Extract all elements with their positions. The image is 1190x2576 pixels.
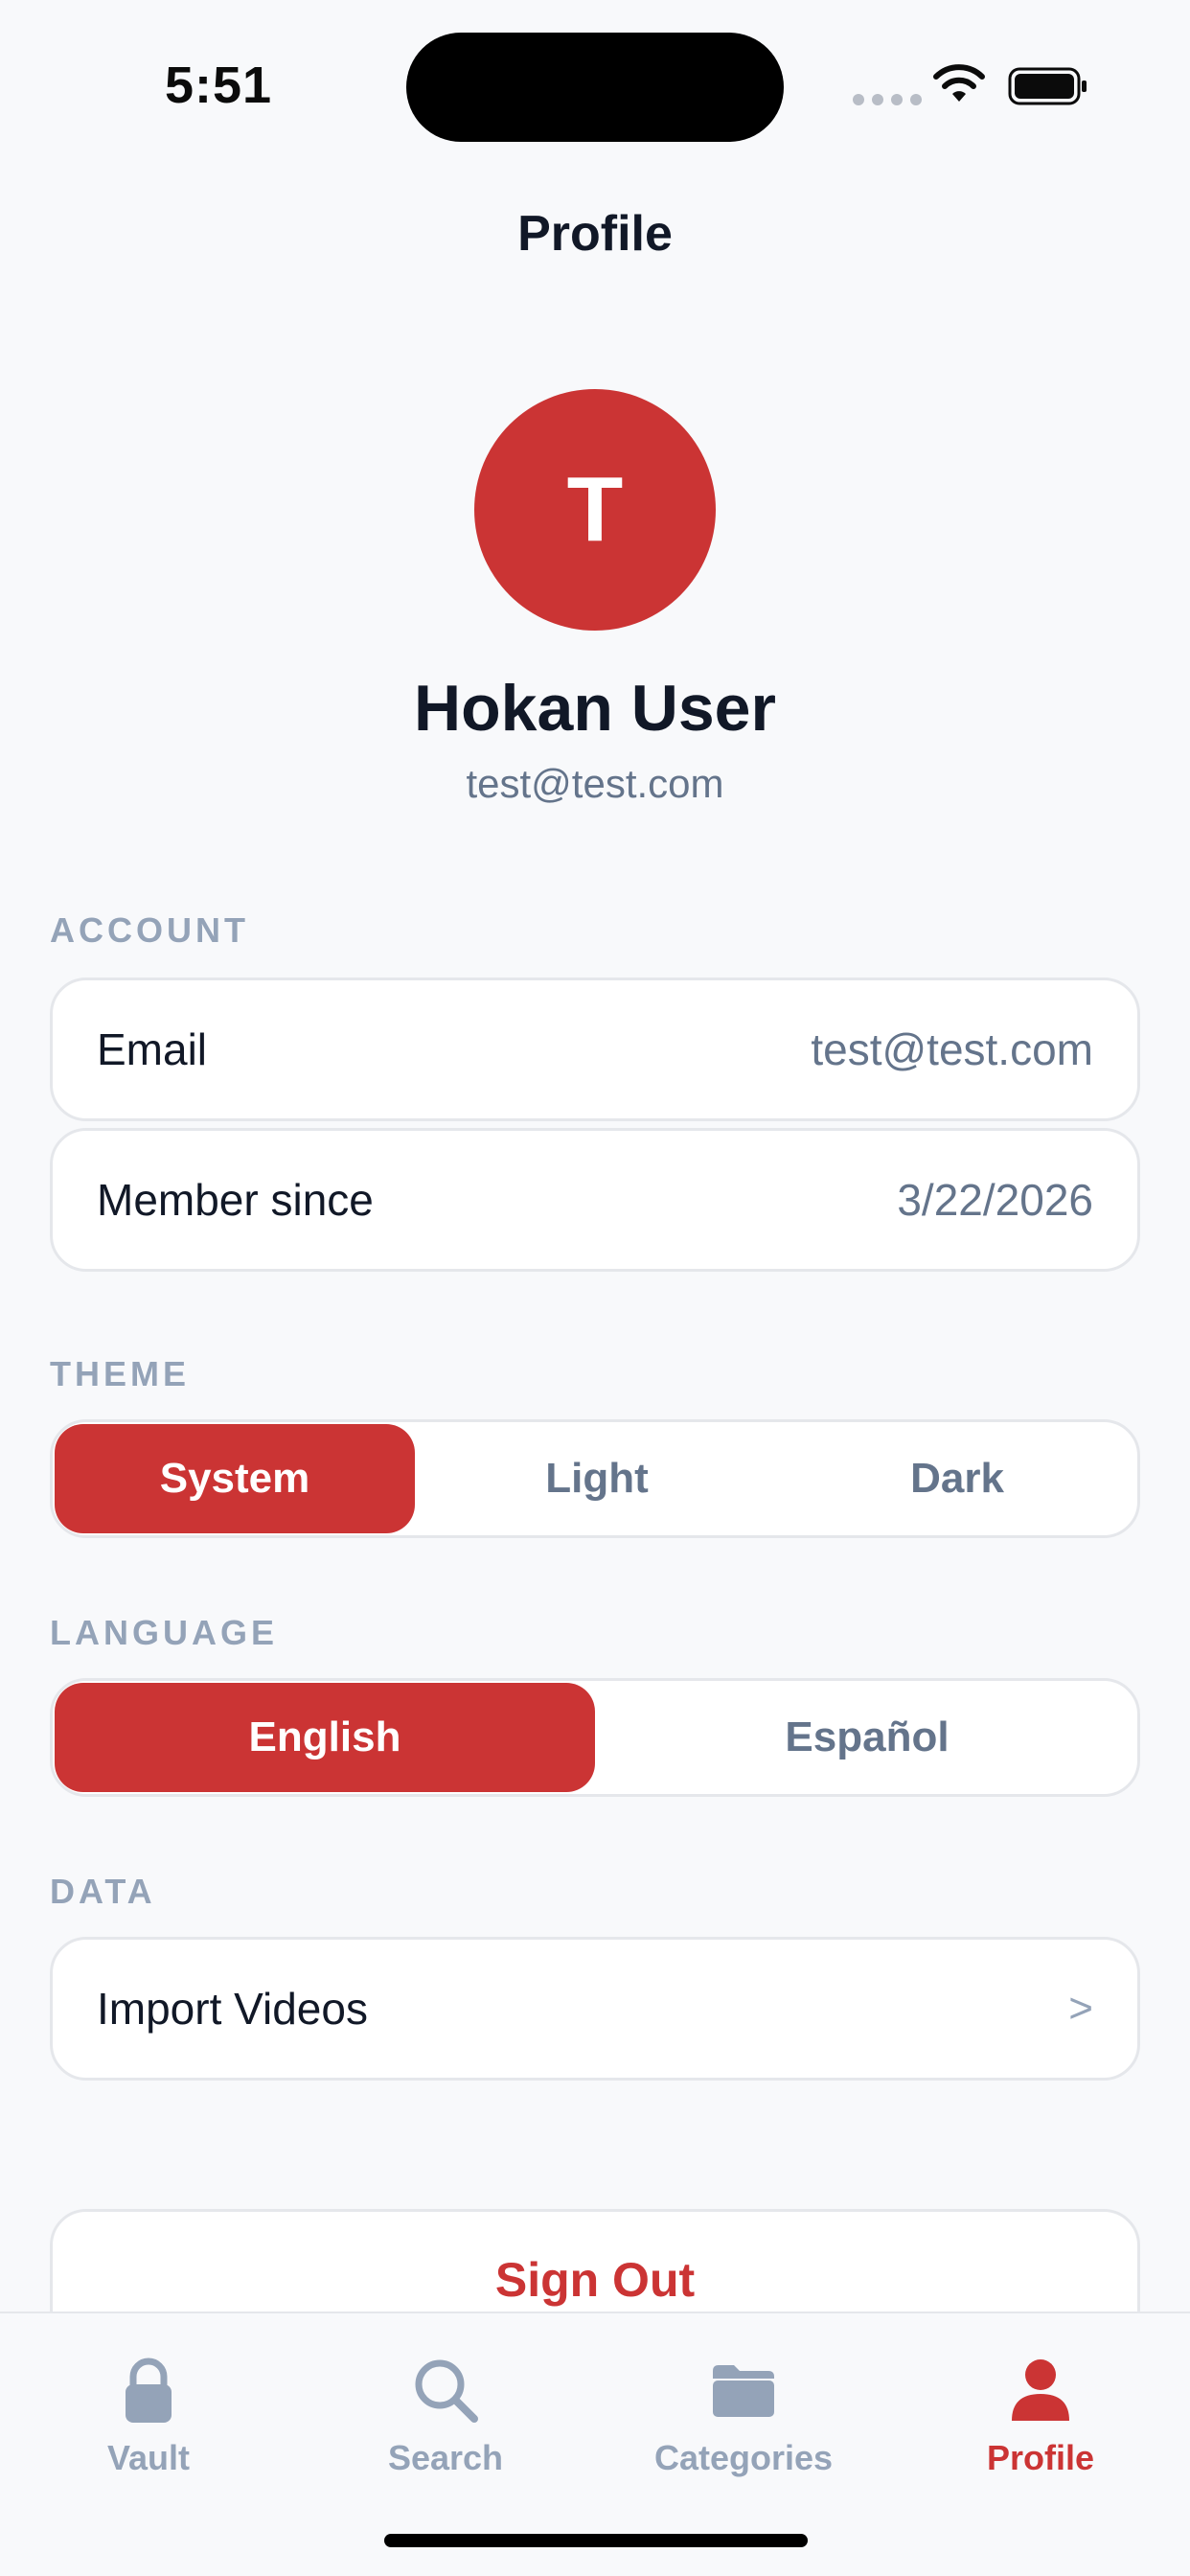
lock-icon xyxy=(126,2358,172,2423)
theme-option-system[interactable]: System xyxy=(55,1424,415,1533)
theme-option-dark[interactable]: Dark xyxy=(777,1422,1137,1535)
page-title: Profile xyxy=(517,206,673,262)
section-label-language: LANGUAGE xyxy=(50,1613,278,1652)
theme-segmented-control: System Light Dark xyxy=(50,1419,1140,1538)
tab-search[interactable]: Search xyxy=(297,2354,594,2478)
tab-label: Categories xyxy=(653,2438,834,2477)
person-icon xyxy=(1012,2359,1069,2421)
wifi-icon xyxy=(933,64,985,102)
import-videos-label: Import Videos xyxy=(97,1984,368,2034)
row-label: Member since xyxy=(97,1175,374,1225)
tab-label: Profile xyxy=(986,2438,1095,2477)
tab-label: Vault xyxy=(106,2438,191,2477)
tab-categories[interactable]: Categories xyxy=(595,2354,892,2478)
sign-out-label: Sign Out xyxy=(494,2253,696,2307)
account-row-member-since: Member since 3/22/2026 xyxy=(50,1128,1140,1272)
dynamic-island xyxy=(406,33,784,142)
status-time: 5:51 xyxy=(165,57,273,114)
avatar-initial: T xyxy=(566,458,624,561)
row-value: 3/22/2026 xyxy=(897,1175,1093,1225)
folder-icon xyxy=(713,2365,774,2417)
row-label: Email xyxy=(97,1024,208,1074)
row-value: test@test.com xyxy=(811,1024,1093,1074)
chevron-right-icon: > xyxy=(1068,1985,1093,2032)
user-email: test@test.com xyxy=(466,761,724,806)
user-name: Hokan User xyxy=(414,672,776,745)
search-icon xyxy=(415,2359,478,2423)
language-segmented-control: English Español xyxy=(50,1678,1140,1797)
profile-screen: 5:51 Profile T Hokan User test@test.com … xyxy=(0,0,1190,2576)
avatar: T xyxy=(474,389,716,631)
import-videos-row[interactable]: Import Videos > xyxy=(50,1937,1140,2081)
section-label-data: DATA xyxy=(50,1872,156,1911)
home-indicator xyxy=(384,2534,808,2547)
tab-vault[interactable]: Vault xyxy=(0,2354,297,2478)
tab-label: Search xyxy=(387,2438,504,2477)
battery-icon xyxy=(1008,67,1087,105)
section-label-theme: THEME xyxy=(50,1354,190,1393)
section-label-account: ACCOUNT xyxy=(50,910,249,950)
language-option-english[interactable]: English xyxy=(55,1683,595,1792)
tab-profile[interactable]: Profile xyxy=(892,2354,1189,2478)
account-row-email: Email test@test.com xyxy=(50,978,1140,1121)
theme-option-light[interactable]: Light xyxy=(417,1422,777,1535)
language-option-espanol[interactable]: Español xyxy=(597,1681,1137,1794)
cellular-signal-icon xyxy=(853,94,922,105)
